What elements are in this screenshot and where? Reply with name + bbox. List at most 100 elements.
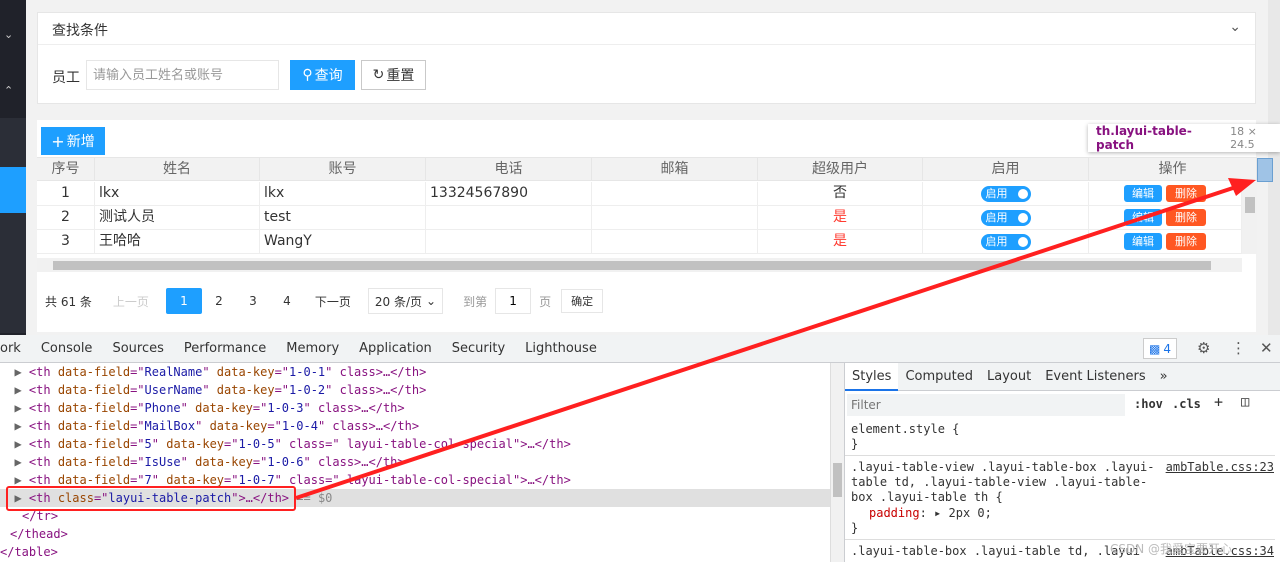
dom-node[interactable]: ▶ <th data-field="MailBox" data-key="1-0… — [0, 417, 830, 435]
enable-toggle[interactable]: 启用 — [980, 186, 1031, 202]
cell-account: test — [260, 206, 426, 229]
cell-enable: 启用 — [923, 182, 1089, 205]
more-icon[interactable]: ⋮ — [1231, 339, 1246, 357]
table-vertical-scrollbar[interactable] — [1242, 182, 1257, 254]
tab-application[interactable]: Application — [349, 341, 442, 356]
issues-badge[interactable]: ▩ 4 — [1143, 338, 1177, 359]
style-rule-selector[interactable]: element.style { — [851, 422, 959, 437]
tab-performance[interactable]: Performance — [174, 341, 276, 356]
triangle-icon: ▸ — [934, 506, 942, 520]
cell-no: 1 — [37, 182, 95, 205]
reset-button[interactable]: ↻ 重置 — [361, 60, 426, 90]
edit-button[interactable]: 编辑 — [1124, 233, 1162, 250]
refresh-icon: ↻ — [372, 67, 385, 83]
tab-styles[interactable]: Styles — [845, 362, 899, 391]
table-header: 序号 姓名 账号 电话 邮箱 超级用户 启用 操作 — [37, 157, 1257, 181]
column-header[interactable]: 账号 — [260, 158, 426, 180]
search-icon: ⚲ — [302, 67, 313, 83]
delete-button[interactable]: 删除 — [1166, 233, 1206, 250]
dom-node[interactable]: ▶ <th data-field="RealName" data-key="1-… — [0, 363, 830, 381]
column-header[interactable]: 操作 — [1089, 158, 1257, 180]
edit-button[interactable]: 编辑 — [1124, 185, 1162, 202]
scrollbar-thumb[interactable] — [1245, 197, 1255, 213]
tab-computed[interactable]: Computed — [898, 363, 980, 391]
scrollbar-thumb[interactable] — [53, 261, 1211, 270]
search-panel: 查找条件 ⌄ 员工 ⚲ 查询 ↻ 重置 — [37, 12, 1256, 104]
style-rule-selector[interactable]: .layui-table-view .layui-table-box .layu… — [851, 460, 1154, 505]
panel-title[interactable]: 查找条件 — [38, 13, 1255, 45]
table-row[interactable]: 2 测试人员 test 是 启用 编辑 删除 — [37, 206, 1242, 230]
search-button-label: 查询 — [314, 68, 343, 84]
styles-tabbar: Styles Computed Layout Event Listeners » — [845, 362, 1280, 391]
tab-event-listeners[interactable]: Event Listeners — [1038, 363, 1152, 391]
elements-scrollbar[interactable] — [830, 363, 844, 562]
tab-network[interactable]: ork — [0, 341, 31, 356]
cell-phone — [426, 206, 592, 229]
scrollbar-thumb[interactable] — [833, 463, 842, 497]
page-button-current[interactable]: 1 — [165, 288, 202, 314]
style-declaration[interactable]: padding: ▸ 2px 0; — [869, 506, 992, 521]
style-source-link[interactable]: ambTable.css:23 — [1166, 460, 1274, 474]
total-count: 共 61 条 — [45, 294, 92, 309]
styles-filter-input[interactable] — [847, 394, 1125, 416]
dom-node[interactable]: ▶ <th data-field="Phone" data-key="1-0-3… — [0, 399, 830, 417]
sidebar-item-active[interactable] — [0, 167, 26, 213]
chevron-down-icon[interactable]: ⌄ — [1229, 19, 1241, 35]
chevron-down-icon[interactable]: ⌄ — [4, 28, 13, 41]
close-icon[interactable]: ✕ — [1260, 339, 1273, 357]
enable-toggle[interactable]: 启用 — [980, 234, 1031, 250]
plus-icon[interactable]: + — [1214, 393, 1223, 411]
confirm-button[interactable]: 确定 — [561, 289, 604, 313]
dom-node[interactable]: ▶ <th data-field="UserName" data-key="1-… — [0, 381, 830, 399]
dom-node[interactable]: ▶ <th data-field="5" data-key="1-0-5" cl… — [0, 435, 830, 453]
edit-button[interactable]: 编辑 — [1124, 209, 1162, 226]
next-page-button[interactable]: 下一页 — [304, 288, 362, 314]
table-row[interactable]: 1 lkx lkx 13324567890 否 启用 编辑 删除 — [37, 182, 1242, 206]
cls-toggle[interactable]: .cls — [1172, 397, 1201, 411]
hov-toggle[interactable]: :hov — [1134, 397, 1163, 411]
tab-lighthouse[interactable]: Lighthouse — [515, 341, 607, 356]
tab-layout[interactable]: Layout — [980, 363, 1038, 391]
page-button[interactable]: 2 — [202, 288, 236, 314]
sidebar-toggle-icon[interactable]: ◫ — [1241, 394, 1249, 410]
tooltip-dims: 18 × 24.5 — [1230, 125, 1257, 151]
tab-security[interactable]: Security — [442, 341, 515, 356]
page-size-select[interactable]: 20 条/页 ⌄ — [367, 288, 444, 314]
dom-node[interactable]: </table> — [0, 543, 830, 561]
tab-console[interactable]: Console — [31, 341, 103, 356]
search-button[interactable]: ⚲ 查询 — [290, 60, 355, 90]
gear-icon[interactable]: ⚙ — [1197, 339, 1210, 357]
delete-button[interactable]: 删除 — [1166, 209, 1206, 226]
goto-page-input[interactable] — [495, 288, 532, 314]
dom-node[interactable]: ▶ <th data-field="IsUse" data-key="1-0-6… — [0, 453, 830, 471]
chevron-down-icon: ⌄ — [426, 294, 437, 308]
style-rule-selector[interactable]: .layui-table-box .layui-table td, .layui — [851, 544, 1140, 559]
column-header[interactable]: 邮箱 — [592, 158, 758, 180]
table-card: + 新增 序号 姓名 账号 电话 邮箱 超级用户 启用 操作 1 lkx lkx… — [37, 120, 1257, 332]
delete-button[interactable]: 删除 — [1166, 185, 1206, 202]
inspect-tooltip: th.layui-table-patch 18 × 24.5 — [1088, 124, 1280, 152]
page-button[interactable]: 4 — [270, 288, 304, 314]
column-header[interactable]: 序号 — [37, 158, 95, 180]
prev-page-button[interactable]: 上一页 — [102, 288, 160, 314]
chevron-up-icon[interactable]: ⌃ — [4, 84, 13, 97]
cell-no: 3 — [37, 230, 95, 253]
column-header[interactable]: 超级用户 — [758, 158, 923, 180]
toggle-knob — [1017, 237, 1028, 247]
page-button[interactable]: 3 — [236, 288, 270, 314]
tab-sources[interactable]: Sources — [102, 341, 173, 356]
tab-memory[interactable]: Memory — [276, 341, 349, 356]
enable-toggle[interactable]: 启用 — [980, 210, 1031, 226]
column-header[interactable]: 电话 — [426, 158, 592, 180]
cell-super: 否 — [758, 182, 923, 205]
dom-node[interactable]: </thead> — [0, 525, 830, 543]
table-horizontal-scrollbar[interactable] — [37, 258, 1242, 272]
table-row[interactable]: 3 王哈哈 WangY 是 启用 编辑 删除 — [37, 230, 1242, 254]
column-header[interactable]: 启用 — [923, 158, 1089, 180]
column-header[interactable]: 姓名 — [95, 158, 260, 180]
issues-count: 4 — [1163, 341, 1171, 356]
toggle-knob — [1017, 189, 1028, 199]
add-button[interactable]: + 新增 — [41, 127, 105, 155]
more-tabs-icon[interactable]: » — [1153, 363, 1175, 391]
employee-search-input[interactable] — [86, 60, 279, 90]
